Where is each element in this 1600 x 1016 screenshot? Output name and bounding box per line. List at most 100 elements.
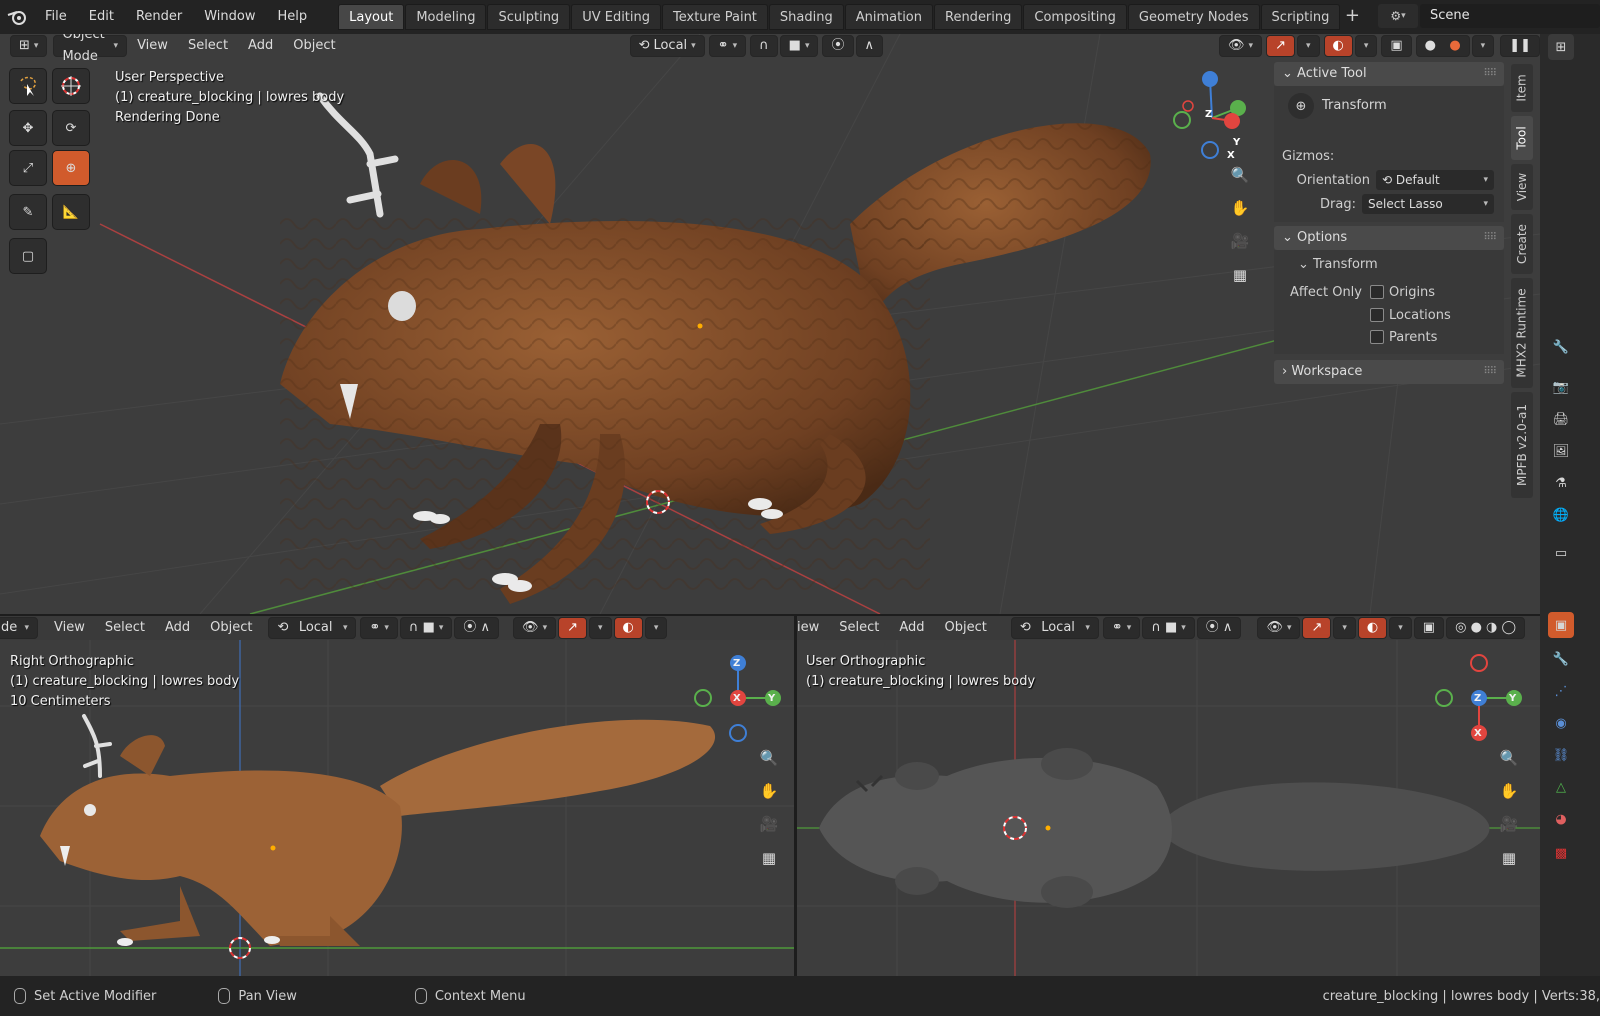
shading-mode-buttons[interactable]: ◎ ● ◑ ● <box>1415 35 1470 75</box>
mode-dropdown[interactable]: de ▾ <box>0 617 38 639</box>
editor-type-icon[interactable]: ⊞ <box>1548 34 1574 60</box>
gizmo-dropdown[interactable]: ▾ <box>589 617 612 639</box>
view-layer-icon[interactable]: 🖼 <box>1548 438 1574 464</box>
transform-orientation-dropdown[interactable]: ⟲ Local ▾ <box>1010 617 1099 639</box>
menu-select[interactable]: Select <box>178 35 238 57</box>
tool-properties-icon[interactable]: 🔧 <box>1548 334 1574 360</box>
origins-checkbox[interactable] <box>1370 285 1384 299</box>
menu-object[interactable]: Object <box>200 617 262 639</box>
pivot-point-button[interactable]: ⚭ ▾ <box>1102 617 1141 639</box>
menu-view[interactable]: View <box>44 617 95 639</box>
tab-sculpting[interactable]: Sculpting <box>487 4 571 30</box>
collection-properties-icon[interactable]: ▭ <box>1548 540 1574 566</box>
menu-add[interactable]: Add <box>155 617 200 639</box>
orientation-dropdown[interactable]: ⟲ Default ▾ <box>1376 170 1494 190</box>
add-cube-tool-icon[interactable]: ▢ <box>9 238 47 274</box>
options-header[interactable]: ⌄ Options ⠿⠿ <box>1274 226 1504 250</box>
snap-toggle[interactable]: ∩ ■ ▾ <box>399 617 453 639</box>
gizmo-toggle[interactable]: ↗ <box>1302 617 1332 639</box>
main-viewport[interactable]: Z Y X ⊞ ▾ Object Mode ▾ View Select Add O… <box>0 34 1540 614</box>
pivot-point-button[interactable]: ⚭ ▾ <box>708 35 747 57</box>
visibility-dropdown[interactable]: 👁 ▾ <box>1257 617 1301 639</box>
shading-mode-buttons[interactable]: ◎ ● ◑ ◯ <box>1446 617 1526 639</box>
constraints-icon[interactable]: ⛓ <box>1548 742 1574 768</box>
overlay-dropdown[interactable]: ▾ <box>1389 617 1412 639</box>
overlay-dropdown[interactable]: ▾ <box>1354 35 1378 57</box>
camera-icon[interactable]: 🎥 <box>755 810 783 838</box>
zoom-icon[interactable]: 🔍 <box>1495 744 1523 772</box>
blender-logo-icon[interactable] <box>0 0 34 34</box>
gizmo-dropdown[interactable]: ▾ <box>1296 35 1320 57</box>
sidebar-tab-view[interactable]: View <box>1511 164 1533 210</box>
creature-top-model[interactable] <box>819 748 1490 908</box>
pause-render-button[interactable]: ❚❚ <box>1500 35 1540 57</box>
creature-side-model[interactable] <box>40 714 716 946</box>
menu-object[interactable]: Object <box>935 617 997 639</box>
world-properties-icon[interactable]: 🌐 <box>1548 502 1574 528</box>
tab-modeling[interactable]: Modeling <box>405 4 487 30</box>
workspace-header[interactable]: › Workspace ⠿⠿ <box>1274 360 1504 384</box>
transform-orientation-dropdown[interactable]: ⟲ Local ▾ <box>268 617 357 639</box>
tab-rendering[interactable]: Rendering <box>934 4 1023 30</box>
locations-checkbox[interactable] <box>1370 308 1384 322</box>
overlay-toggle[interactable]: ◐ <box>1323 35 1353 57</box>
xray-toggle[interactable]: ▣ <box>1381 35 1412 57</box>
sidebar-tab-item[interactable]: Item <box>1511 64 1533 112</box>
menu-select[interactable]: Select <box>829 617 889 639</box>
object-data-icon[interactable]: △ <box>1548 774 1574 800</box>
ortho-grid-icon[interactable]: ▦ <box>755 844 783 872</box>
transform-subpanel-header[interactable]: ⌄ Transform <box>1282 252 1496 276</box>
pan-hand-icon[interactable]: ✋ <box>755 777 783 805</box>
tab-shading[interactable]: Shading <box>768 4 844 30</box>
parents-checkbox[interactable] <box>1370 330 1384 344</box>
gizmo-toggle[interactable]: ↗ <box>558 617 587 639</box>
xray-toggle[interactable]: ▣ <box>1413 617 1445 639</box>
render-properties-icon[interactable]: 📷 <box>1548 374 1574 400</box>
tab-animation[interactable]: Animation <box>844 4 933 30</box>
proportional-edit-toggle[interactable]: ⦿ <box>822 35 854 57</box>
measure-tool-icon[interactable]: 📐 <box>52 194 90 230</box>
add-workspace-button[interactable]: + <box>1341 4 1363 30</box>
modifier-properties-icon[interactable]: 🔧 <box>1548 646 1574 672</box>
tab-compositing[interactable]: Compositing <box>1023 4 1127 30</box>
pan-hand-icon[interactable]: ✋ <box>1495 777 1523 805</box>
shading-dropdown[interactable]: ▾ <box>1471 35 1495 57</box>
camera-icon[interactable]: 🎥 <box>1495 810 1523 838</box>
menu-render[interactable]: Render <box>125 4 193 30</box>
transform-orientation-dropdown[interactable]: ⟲ Local ▾ <box>629 35 705 57</box>
scale-tool-icon[interactable]: ⤢ <box>9 150 47 186</box>
object-properties-icon[interactable]: ▣ <box>1548 612 1574 638</box>
zoom-icon[interactable]: 🔍 <box>755 744 783 772</box>
overlay-toggle[interactable]: ◐ <box>1357 617 1388 639</box>
sidebar-tab-mhx2[interactable]: MHX2 Runtime <box>1511 278 1533 388</box>
overlay-toggle[interactable]: ◐ <box>613 617 643 639</box>
zoom-icon[interactable]: 🔍 <box>1226 161 1254 189</box>
sidebar-tab-tool[interactable]: Tool <box>1511 116 1533 160</box>
texture-icon[interactable]: ▩ <box>1548 840 1574 866</box>
cursor-tool-icon[interactable] <box>52 68 90 104</box>
pan-hand-icon[interactable]: ✋ <box>1226 194 1254 222</box>
tab-uv-editing[interactable]: UV Editing <box>571 4 662 30</box>
ortho-grid-icon[interactable]: ▦ <box>1495 844 1523 872</box>
scene-icon[interactable]: ⚙ ▾ <box>1378 4 1418 28</box>
drag-dropdown[interactable]: Select Lasso ▾ <box>1362 194 1494 214</box>
output-properties-icon[interactable]: 🖨 <box>1548 406 1574 432</box>
menu-edit[interactable]: Edit <box>78 4 125 30</box>
material-icon[interactable]: ◕ <box>1548 806 1574 832</box>
sidebar-tab-mpfb[interactable]: MPFB v2.0-a1 <box>1511 392 1533 498</box>
proportional-edit-toggle[interactable]: ⦿ ∧ <box>454 617 500 639</box>
gizmo-toggle[interactable]: ↗ <box>1266 35 1295 57</box>
snap-toggle[interactable]: ∩ ■ ▾ <box>1142 617 1195 639</box>
tab-scripting[interactable]: Scripting <box>1260 4 1341 30</box>
editor-type-button[interactable]: ⊞ ▾ <box>10 35 48 57</box>
particles-icon[interactable]: ⋰ <box>1548 678 1574 704</box>
gizmo-dropdown[interactable]: ▾ <box>1333 617 1356 639</box>
pivot-point-button[interactable]: ⚭ ▾ <box>360 617 398 639</box>
tab-geometry-nodes[interactable]: Geometry Nodes <box>1127 4 1260 30</box>
object-mode-dropdown[interactable]: Object Mode ▾ <box>53 34 128 64</box>
menu-help[interactable]: Help <box>267 4 319 30</box>
visibility-dropdown[interactable]: 👁 ▾ <box>1219 35 1263 57</box>
menu-window[interactable]: Window <box>193 4 266 30</box>
creature-model[interactable] <box>280 92 1151 604</box>
tab-texture-paint[interactable]: Texture Paint <box>662 4 768 30</box>
